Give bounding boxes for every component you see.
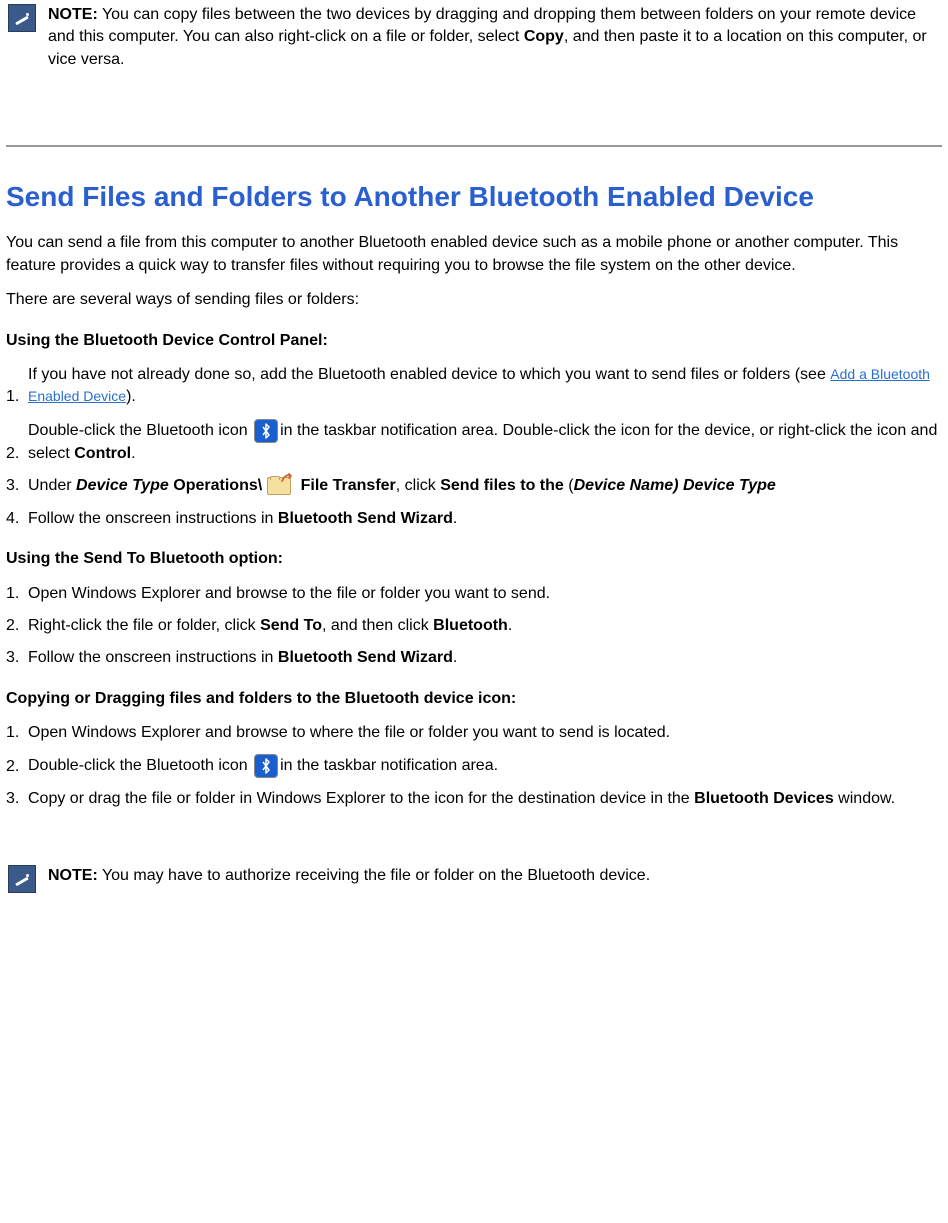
- step-text: .: [131, 445, 135, 462]
- step-text: Double-click the Bluetooth icon: [28, 758, 252, 775]
- step-text: , and then click: [322, 617, 433, 634]
- step-text: .: [508, 617, 512, 634]
- divider: [6, 145, 942, 147]
- step-bold: Send To: [260, 617, 322, 634]
- step-row: 3. Copy or drag the file or folder in Wi…: [6, 788, 942, 810]
- step-row: 2. Right-click the file or folder, click…: [6, 615, 942, 637]
- step-row: 1. Open Windows Explorer and browse to t…: [6, 583, 942, 605]
- step-text: Under: [28, 477, 76, 494]
- step-number: 1.: [6, 386, 28, 408]
- note-copy-bold: Copy: [524, 28, 564, 45]
- step-bold: Bluetooth Send Wizard: [278, 649, 453, 666]
- step-content: Follow the onscreen instructions in Blue…: [28, 508, 942, 530]
- step-content: Follow the onscreen instructions in Blue…: [28, 647, 942, 669]
- note-block-copy: NOTE: You can copy files between the two…: [0, 0, 948, 75]
- step-bold: Control: [74, 445, 131, 462]
- note-icon: [8, 4, 36, 32]
- step-text: Follow the onscreen instructions in: [28, 510, 278, 527]
- step-content: Under Device Type Operations\ File Trans…: [28, 475, 942, 498]
- step-bold: File Transfer: [296, 477, 396, 494]
- step-content: Open Windows Explorer and browse to wher…: [28, 722, 942, 744]
- step-text: .: [453, 510, 457, 527]
- file-transfer-icon: [266, 475, 292, 497]
- note-body: You may have to authorize receiving the …: [98, 867, 650, 884]
- note-label: NOTE:: [48, 867, 98, 884]
- intro-paragraph: You can send a file from this computer t…: [6, 232, 942, 277]
- step-number: 3.: [6, 647, 28, 669]
- step-content: Double-click the Bluetooth icon in the t…: [28, 419, 942, 465]
- note-block-authorize: NOTE: You may have to authorize receivin…: [0, 861, 948, 897]
- step-content: Right-click the file or folder, click Se…: [28, 615, 942, 637]
- step-row: 4. Follow the onscreen instructions in B…: [6, 508, 942, 530]
- bluetooth-icon: [254, 419, 278, 443]
- step-text: Follow the onscreen instructions in: [28, 649, 278, 666]
- step-text: in the taskbar notification area.: [280, 758, 498, 775]
- step-row: 2. Double-click the Bluetooth icon in th…: [6, 754, 942, 778]
- subheading-copy-drag: Copying or Dragging files and folders to…: [6, 688, 942, 710]
- subheading-send-to: Using the Send To Bluetooth option:: [6, 548, 942, 570]
- step-text: , click: [396, 477, 440, 494]
- step-bold: Send files to the: [440, 477, 568, 494]
- step-row: 1. If you have not already done so, add …: [6, 364, 942, 409]
- step-content: If you have not already done so, add the…: [28, 364, 942, 409]
- note-text: NOTE: You may have to authorize receivin…: [48, 865, 940, 887]
- step-number: 1.: [6, 722, 28, 744]
- step-bold: Bluetooth Devices: [694, 790, 834, 807]
- step-number: 2.: [6, 443, 28, 465]
- step-content: Copy or drag the file or folder in Windo…: [28, 788, 942, 810]
- step-text: Right-click the file or folder, click: [28, 617, 260, 634]
- step-row: 3. Follow the onscreen instructions in B…: [6, 647, 942, 669]
- step-text: .: [453, 649, 457, 666]
- step-row: 3. Under Device Type Operations\ File Tr…: [6, 475, 942, 498]
- step-text: Double-click the Bluetooth icon: [28, 422, 252, 439]
- bluetooth-icon: [254, 754, 278, 778]
- step-bolditalic: Device Name) Device Type: [574, 477, 776, 494]
- step-number: 3.: [6, 788, 28, 810]
- step-bolditalic: Device Type: [76, 477, 169, 494]
- step-bold: Bluetooth: [433, 617, 508, 634]
- step-bold: Operations\: [169, 477, 262, 494]
- step-text: ).: [126, 388, 136, 405]
- step-number: 2.: [6, 615, 28, 637]
- step-text: window.: [834, 790, 895, 807]
- step-row: 1. Open Windows Explorer and browse to w…: [6, 722, 942, 744]
- step-number: 4.: [6, 508, 28, 530]
- step-bold: Bluetooth Send Wizard: [278, 510, 453, 527]
- note-text: NOTE: You can copy files between the two…: [48, 4, 940, 71]
- step-row: 2. Double-click the Bluetooth icon in th…: [6, 419, 942, 465]
- intro-paragraph-2: There are several ways of sending files …: [6, 289, 942, 311]
- step-text: Copy or drag the file or folder in Windo…: [28, 790, 694, 807]
- step-number: 2.: [6, 756, 28, 778]
- step-text: If you have not already done so, add the…: [28, 366, 830, 383]
- step-number: 1.: [6, 583, 28, 605]
- note-icon: [8, 865, 36, 893]
- section-heading: Send Files and Folders to Another Blueto…: [6, 177, 942, 216]
- subheading-control-panel: Using the Bluetooth Device Control Panel…: [6, 330, 942, 352]
- step-content: Double-click the Bluetooth icon in the t…: [28, 754, 942, 778]
- step-content: Open Windows Explorer and browse to the …: [28, 583, 942, 605]
- step-number: 3.: [6, 475, 28, 497]
- note-label: NOTE:: [48, 6, 98, 23]
